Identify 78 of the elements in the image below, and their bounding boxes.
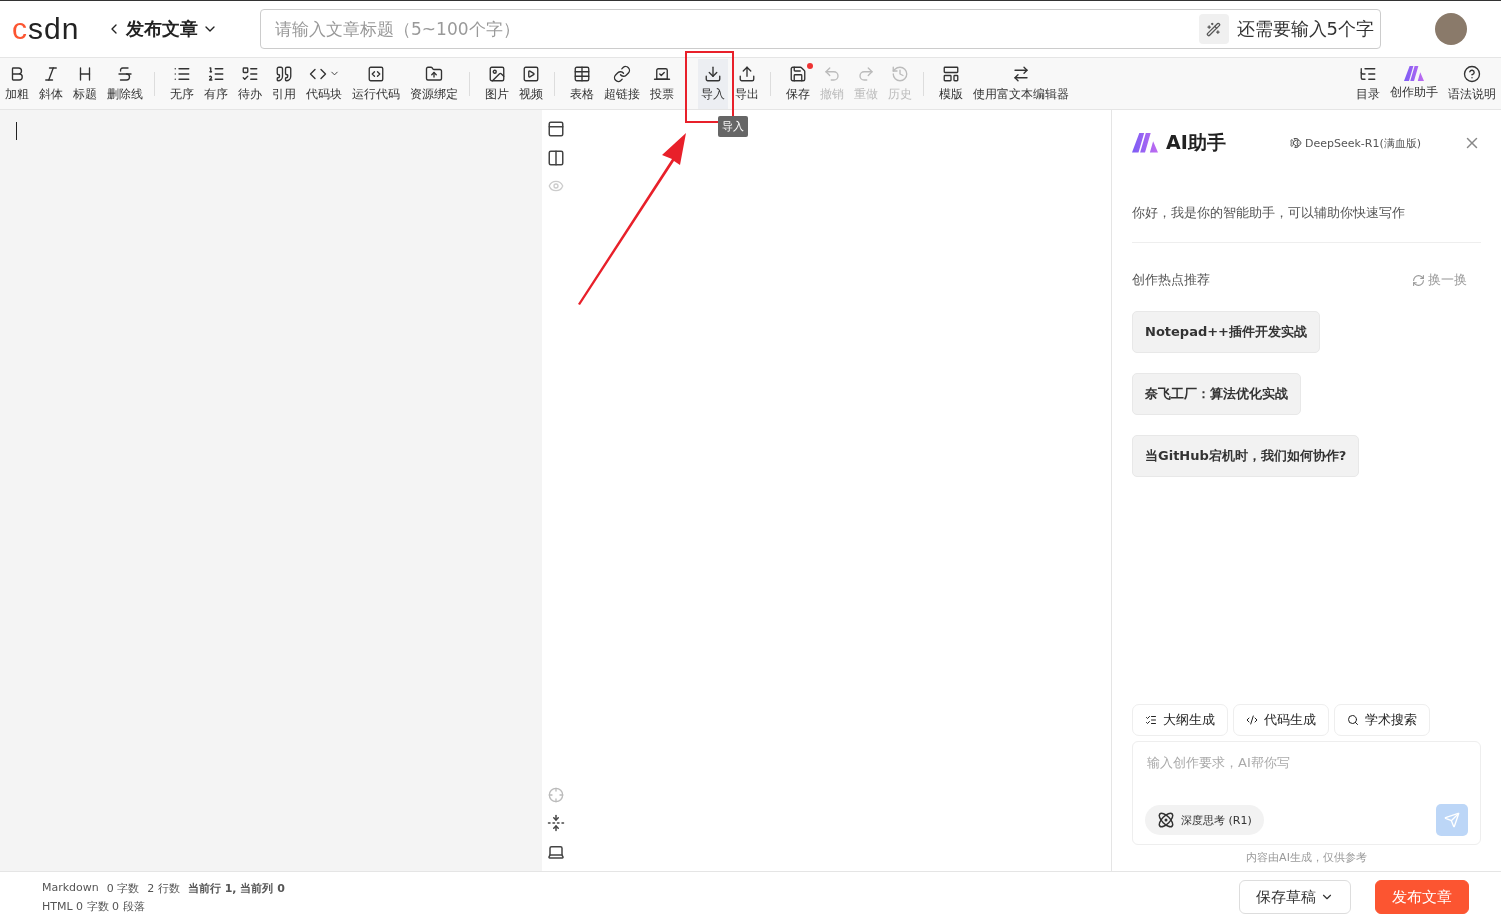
quote-icon[interactable] xyxy=(275,64,293,83)
toolbar-button[interactable]: 目录 xyxy=(1353,58,1383,109)
upload-icon[interactable] xyxy=(738,64,756,83)
toolbar-button[interactable]: 待办 xyxy=(235,58,265,109)
ai-logo-icon xyxy=(1404,66,1424,81)
toolbar-button[interactable]: 无序 xyxy=(167,58,197,109)
word-count: 0 字数 xyxy=(106,880,140,896)
toolbar-button[interactable]: 代码块 xyxy=(303,58,345,109)
topic-chip[interactable]: 奈飞工厂：算法优化实战 xyxy=(1132,373,1301,415)
toolbar-button[interactable]: 资源绑定 xyxy=(407,58,461,109)
tooltip: 导入 xyxy=(718,115,748,137)
save-icon[interactable] xyxy=(789,64,807,83)
link-icon[interactable] xyxy=(613,64,631,83)
layout-icon[interactable] xyxy=(547,120,565,138)
swap-arrows-icon[interactable] xyxy=(1012,64,1030,83)
magic-wand-icon[interactable] xyxy=(1198,14,1229,44)
toolbar-button[interactable]: 图片 xyxy=(482,58,512,109)
toolbar-button[interactable]: 导入 xyxy=(698,58,728,109)
toolbar-button[interactable]: 表格 xyxy=(567,58,597,109)
code-window-icon[interactable] xyxy=(367,64,385,83)
image-icon[interactable] xyxy=(488,64,506,83)
help-icon[interactable] xyxy=(1463,64,1481,83)
quick-action-button[interactable]: 学术搜索 xyxy=(1334,704,1430,736)
list-icon[interactable] xyxy=(1145,714,1157,726)
toolbar-button[interactable]: 超链接 xyxy=(601,58,643,109)
toolbar-button[interactable]: 语法说明 xyxy=(1445,58,1499,109)
atom-icon[interactable] xyxy=(1157,811,1175,829)
cursor-position: 当前行 1, 当前列 0 xyxy=(187,880,285,896)
toolbar-button[interactable]: 创作助手 xyxy=(1387,58,1441,109)
table-icon[interactable] xyxy=(573,64,591,83)
title-box[interactable]: 请输入文章标题（5~100个字） 还需要输入5个字 xyxy=(260,9,1381,49)
ai-logo-icon xyxy=(1132,133,1158,153)
toolbar-button[interactable]: 有序 xyxy=(201,58,231,109)
monitor-icon[interactable] xyxy=(547,843,565,861)
panel-title: AI助手 xyxy=(1166,130,1226,155)
fold-icon[interactable] xyxy=(547,814,565,832)
toolbar-button[interactable]: 加粗 xyxy=(2,58,32,109)
download-icon[interactable] xyxy=(704,64,722,83)
quick-action-button[interactable]: 代码生成 xyxy=(1233,704,1329,736)
editor-mode: Markdown xyxy=(42,880,99,896)
toolbar-button[interactable]: 引用 xyxy=(269,58,299,109)
line-count: 2 行数 xyxy=(147,880,180,896)
toolbar-button[interactable]: 运行代码 xyxy=(349,58,403,109)
toolbar-button[interactable]: 投票 xyxy=(647,58,677,109)
template-icon[interactable] xyxy=(942,64,960,83)
refresh-icon[interactable] xyxy=(1412,273,1425,287)
greeting-text: 你好，我是你的智能助手，可以辅助你快速写作 xyxy=(1132,204,1481,243)
toolbar-button[interactable]: 斜体 xyxy=(36,58,66,109)
word-count-hint: 还需要输入5个字 xyxy=(1236,17,1374,41)
back-title[interactable]: 发布文章 xyxy=(106,17,246,41)
disclaimer-text: 内容由AI生成，仅供参考 xyxy=(1246,850,1367,865)
toolbar-button[interactable]: 导出 xyxy=(732,58,762,109)
user-avatar[interactable] xyxy=(1435,13,1467,45)
folder-upload-icon[interactable] xyxy=(425,64,443,83)
search-icon[interactable] xyxy=(1347,714,1359,726)
strikethrough-icon[interactable] xyxy=(116,64,134,83)
model-label[interactable]: DeepSeek-R1(满血版) xyxy=(1289,135,1421,151)
checklist-icon[interactable] xyxy=(241,64,259,83)
section-title: 创作热点推荐 xyxy=(1132,271,1210,289)
toolbar-button[interactable]: 使用富文本编辑器 xyxy=(970,58,1072,109)
topic-chip[interactable]: 当GitHub宕机时，我们如何协作? xyxy=(1132,435,1360,477)
prompt-box[interactable]: 输入创作要求，AI帮你写 深度思考 (R1) xyxy=(1132,741,1481,845)
quick-action-button[interactable]: 大纲生成 xyxy=(1132,704,1228,736)
logo[interactable]: csdn xyxy=(12,12,92,46)
toolbar-button[interactable]: 保存 xyxy=(783,58,813,109)
toolbar-button[interactable]: 标题 xyxy=(70,58,100,109)
deep-think-toggle[interactable]: 深度思考 (R1) xyxy=(1145,805,1264,835)
html-stats: HTML 0 字数 0 段落 xyxy=(42,898,146,914)
split-view-icon[interactable] xyxy=(547,149,565,167)
numbered-list-icon[interactable] xyxy=(207,64,225,83)
toolbar-button[interactable]: 视频 xyxy=(516,58,546,109)
toolbar-button[interactable]: 模版 xyxy=(936,58,966,109)
video-icon[interactable] xyxy=(522,64,540,83)
toolbar-button[interactable]: 删除线 xyxy=(104,58,146,109)
save-draft-button[interactable]: 保存草稿 xyxy=(1239,880,1351,914)
topic-chip[interactable]: Notepad++插件开发实战 xyxy=(1132,311,1320,353)
italic-icon[interactable] xyxy=(42,64,60,83)
code-icon[interactable] xyxy=(1246,714,1258,726)
